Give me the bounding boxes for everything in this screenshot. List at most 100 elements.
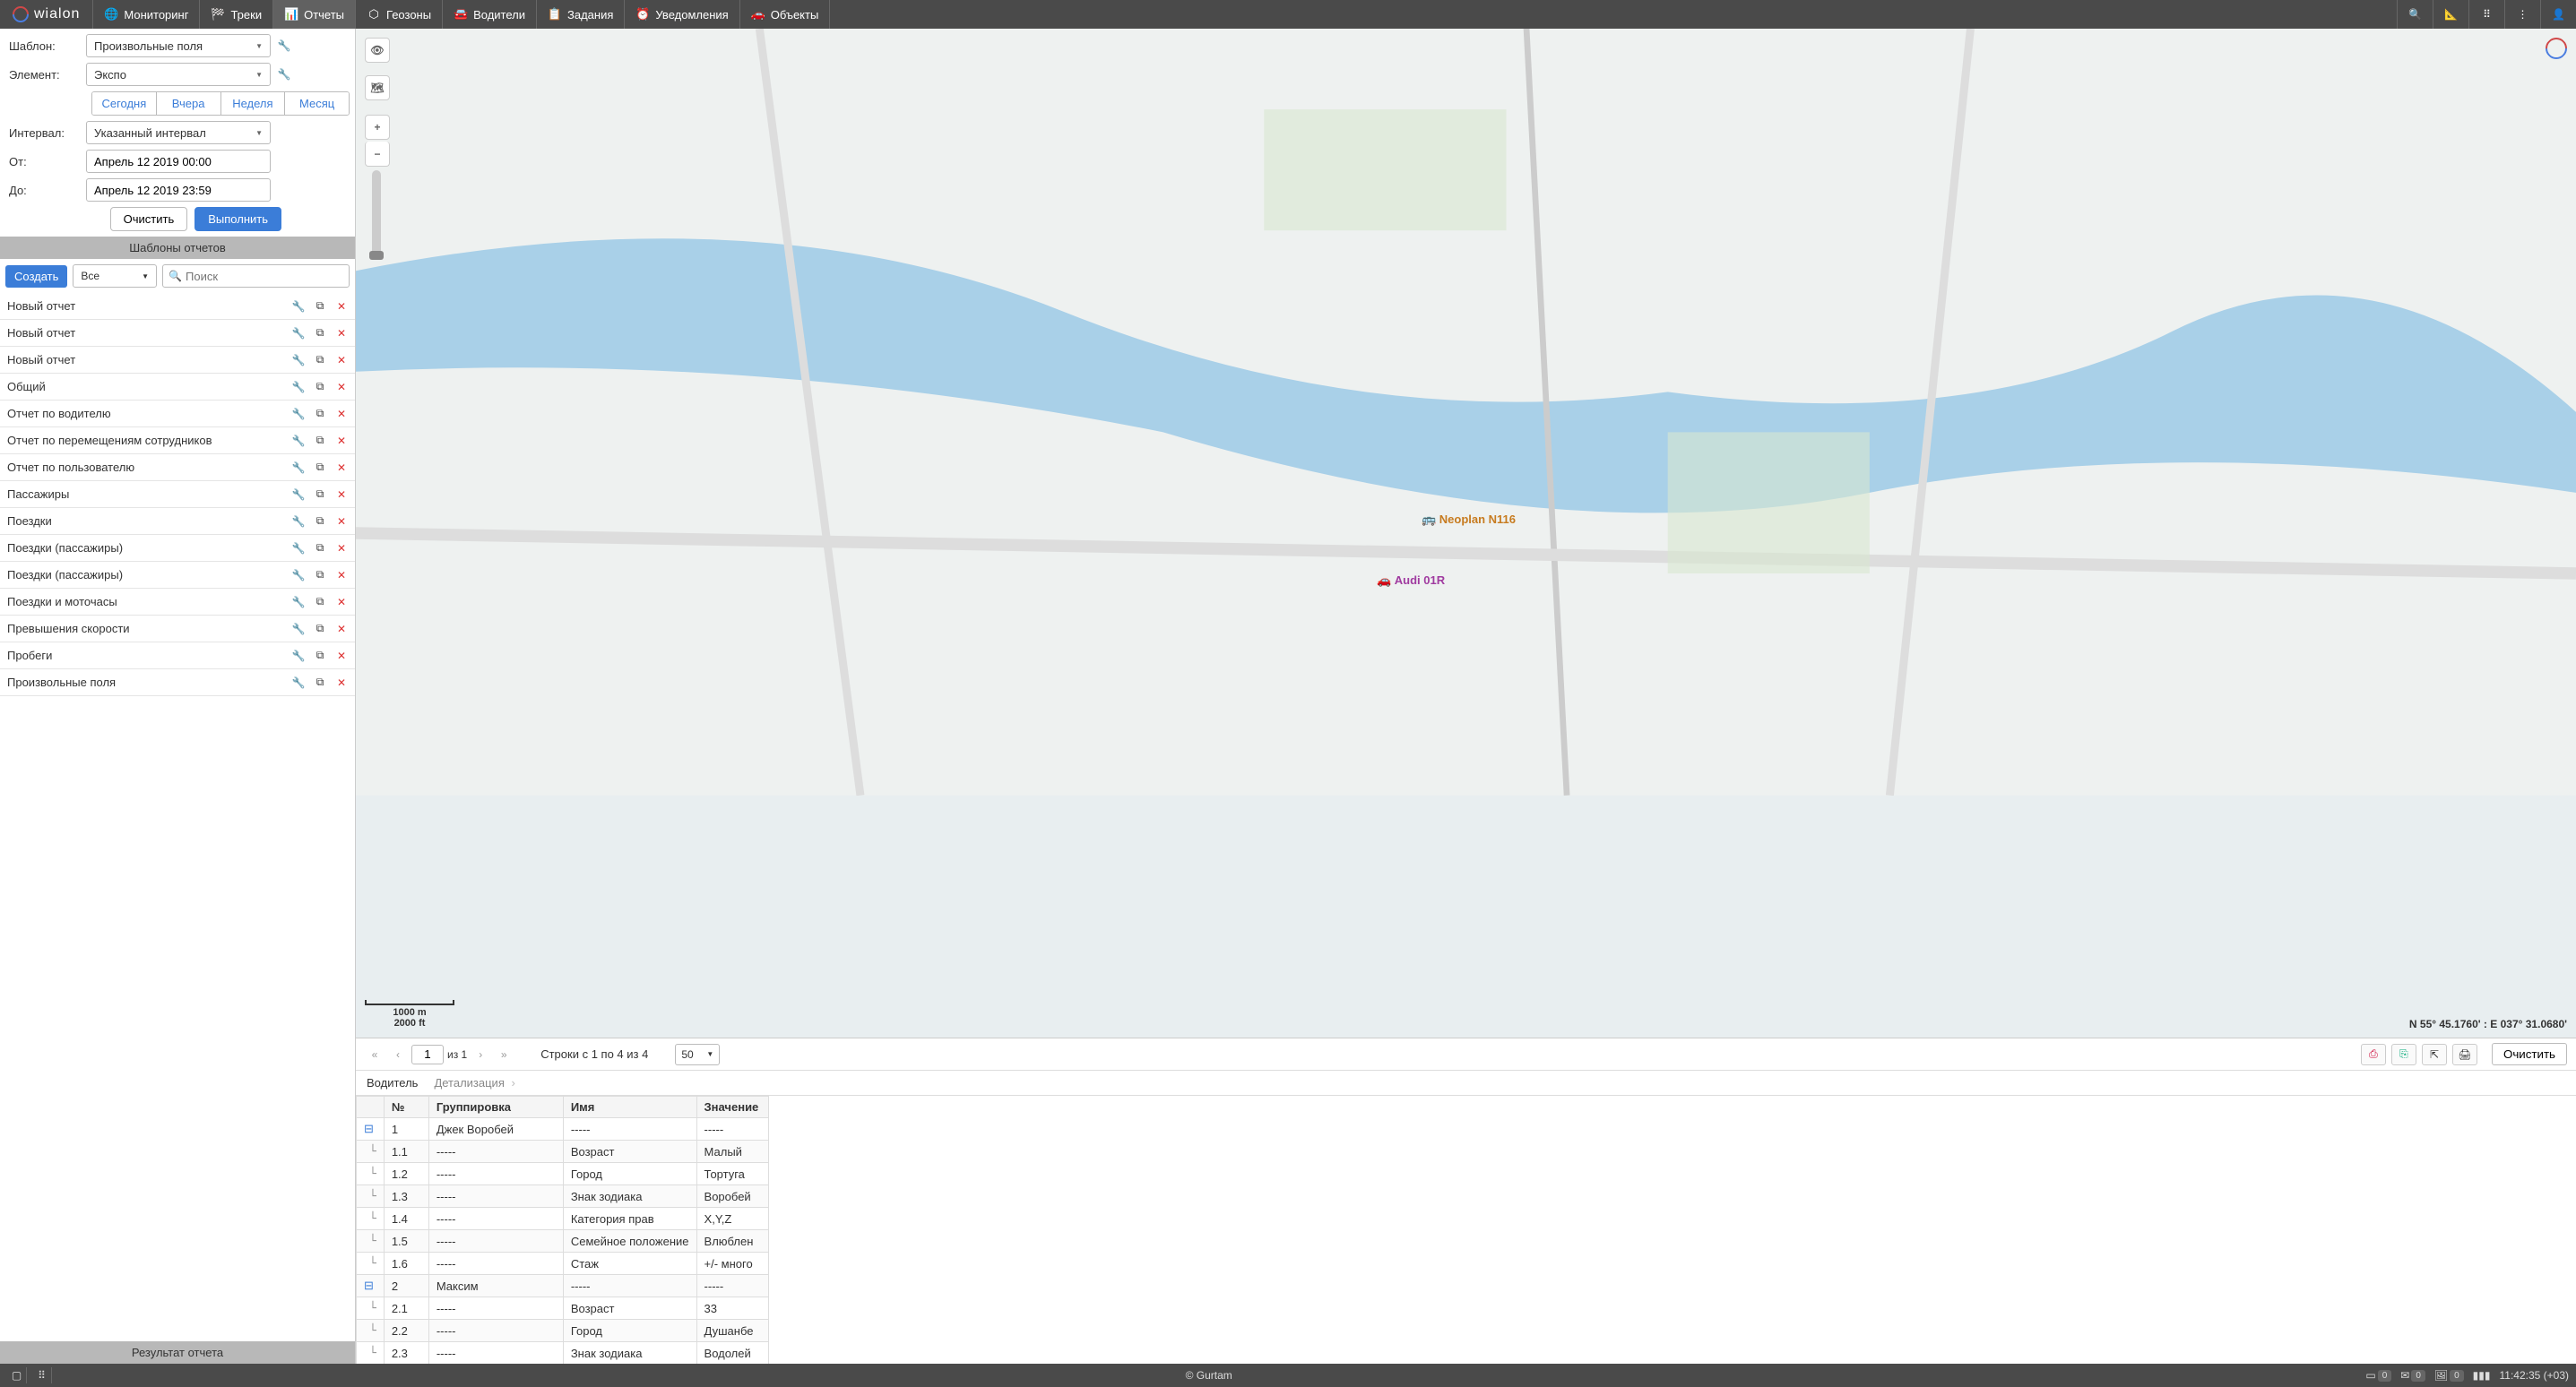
copy-icon[interactable]: ⧉ [314,327,326,340]
wrench-icon[interactable]: 🔧 [292,488,305,501]
copy-icon[interactable]: ⧉ [314,408,326,420]
delete-icon[interactable]: ✕ [335,461,348,474]
nav-треки[interactable]: 🏁Треки [200,0,273,29]
element-select[interactable]: Экспо [86,63,271,86]
nav-отчеты[interactable]: 📊Отчеты [273,0,356,29]
delete-icon[interactable]: ✕ [335,596,348,608]
collapse-icon[interactable]: ⊟ [364,1122,374,1135]
export-file-icon[interactable]: ⇱ [2422,1044,2447,1065]
report-tab[interactable]: Детализация [434,1076,514,1090]
from-input[interactable] [86,150,271,173]
map-marker-audi[interactable]: 🚗 Audi 01R [1377,573,1445,588]
delete-icon[interactable]: ✕ [335,676,348,689]
delete-icon[interactable]: ✕ [335,408,348,420]
wrench-icon[interactable]: 🔧 [292,381,305,393]
nav-мониторинг[interactable]: 🌐Мониторинг [93,0,200,29]
wrench-icon[interactable]: 🔧 [292,435,305,447]
template-item[interactable]: Поездки 🔧 ⧉ ✕ [0,508,355,535]
copy-icon[interactable]: ⧉ [314,676,326,689]
wrench-icon[interactable]: 🔧 [292,676,305,689]
copy-icon[interactable]: ⧉ [314,354,326,366]
more-icon[interactable]: ⋮ [2504,0,2540,29]
zoom-slider[interactable] [372,170,381,260]
search-icon[interactable]: 🔍 [2397,0,2433,29]
wrench-icon[interactable]: 🔧 [292,408,305,420]
wrench-icon[interactable]: 🔧 [292,354,305,366]
delete-icon[interactable]: ✕ [335,650,348,662]
wrench-icon[interactable]: 🔧 [292,327,305,340]
template-item[interactable]: Поездки (пассажиры) 🔧 ⧉ ✕ [0,535,355,562]
copy-icon[interactable]: ⧉ [314,435,326,447]
template-item[interactable]: Превышения скорости 🔧 ⧉ ✕ [0,616,355,642]
template-filter-select[interactable]: Все [73,264,157,288]
copy-icon[interactable]: ⧉ [314,300,326,313]
zoom-in-button[interactable]: + [365,115,390,140]
last-page-icon[interactable]: » [494,1045,514,1064]
copy-icon[interactable]: ⧉ [314,381,326,393]
copy-icon[interactable]: ⧉ [314,542,326,555]
template-item[interactable]: Пассажиры 🔧 ⧉ ✕ [0,481,355,508]
delete-icon[interactable]: ✕ [335,488,348,501]
layers-icon[interactable]: 🗺 [365,75,390,100]
grid-icon[interactable]: ⠿ [32,1367,52,1383]
nav-объекты[interactable]: 🚗Объекты [740,0,831,29]
next-page-icon[interactable]: › [471,1045,490,1064]
nav-уведомления[interactable]: ⏰Уведомления [625,0,739,29]
template-search[interactable]: 🔍 [162,264,350,288]
template-item[interactable]: Новый отчет 🔧 ⧉ ✕ [0,320,355,347]
prev-page-icon[interactable]: ‹ [388,1045,408,1064]
template-item[interactable]: Произвольные поля 🔧 ⧉ ✕ [0,669,355,696]
nav-геозоны[interactable]: ⬡Геозоны [356,0,443,29]
wrench-icon[interactable]: 🔧 [292,569,305,582]
execute-button[interactable]: Выполнить [194,207,281,231]
template-item[interactable]: Новый отчет 🔧 ⧉ ✕ [0,347,355,374]
template-item[interactable]: Поездки и моточасы 🔧 ⧉ ✕ [0,589,355,616]
template-item[interactable]: Отчет по перемещениям сотрудников 🔧 ⧉ ✕ [0,427,355,454]
quick-date-option[interactable]: Вчера [157,92,221,115]
visibility-icon[interactable]: 👁 [365,38,390,63]
create-template-button[interactable]: Создать [5,265,67,288]
wrench-icon[interactable]: 🔧 [292,650,305,662]
page-size-select[interactable]: 50 [675,1044,720,1065]
user-icon[interactable]: 👤 [2540,0,2576,29]
delete-icon[interactable]: ✕ [335,515,348,528]
template-item[interactable]: Отчет по пользователю 🔧 ⧉ ✕ [0,454,355,481]
sms-badge[interactable]: ▭0 [2365,1369,2391,1382]
print-icon[interactable]: 🖨 [2452,1044,2477,1065]
copy-icon[interactable]: ⧉ [314,488,326,501]
export-excel-icon[interactable]: ⎘ [2391,1044,2416,1065]
column-header[interactable]: Группировка [428,1097,563,1118]
element-settings-icon[interactable]: 🔧 [274,65,294,84]
map-view[interactable]: 👁 🗺 + − 🚌 Neoplan N116 🚗 Audi 01R 1000 m… [356,29,2576,1038]
wrench-icon[interactable]: 🔧 [292,596,305,608]
template-item[interactable]: Отчет по водителю 🔧 ⧉ ✕ [0,401,355,427]
nav-задания[interactable]: 📋Задания [537,0,625,29]
map-marker-neoplan[interactable]: 🚌 Neoplan N116 [1422,513,1516,527]
wrench-icon[interactable]: 🔧 [292,623,305,635]
first-page-icon[interactable]: « [365,1045,385,1064]
copy-icon[interactable]: ⧉ [314,596,326,608]
delete-icon[interactable]: ✕ [335,623,348,635]
template-item[interactable]: Общий 🔧 ⧉ ✕ [0,374,355,401]
column-header[interactable]: Значение [696,1097,768,1118]
delete-icon[interactable]: ✕ [335,542,348,555]
delete-icon[interactable]: ✕ [335,381,348,393]
column-header[interactable]: Имя [563,1097,696,1118]
nav-водители[interactable]: 🚘Водители [443,0,537,29]
wrench-icon[interactable]: 🔧 [292,542,305,555]
mail-badge[interactable]: ✉0 [2400,1369,2425,1382]
delete-icon[interactable]: ✕ [335,569,348,582]
delete-icon[interactable]: ✕ [335,327,348,340]
template-settings-icon[interactable]: 🔧 [274,36,294,56]
wrench-icon[interactable]: 🔧 [292,461,305,474]
copy-icon[interactable]: ⧉ [314,623,326,635]
copy-icon[interactable]: ⧉ [314,461,326,474]
clear-button[interactable]: Очистить [110,207,188,231]
copy-icon[interactable]: ⧉ [314,650,326,662]
apps-icon[interactable]: ⠿ [2468,0,2504,29]
delete-icon[interactable]: ✕ [335,354,348,366]
quick-date-option[interactable]: Месяц [285,92,349,115]
export-pdf-icon[interactable]: ⎙ [2361,1044,2386,1065]
page-input[interactable] [411,1045,444,1064]
panel-toggle-icon[interactable]: ▢ [7,1367,27,1383]
